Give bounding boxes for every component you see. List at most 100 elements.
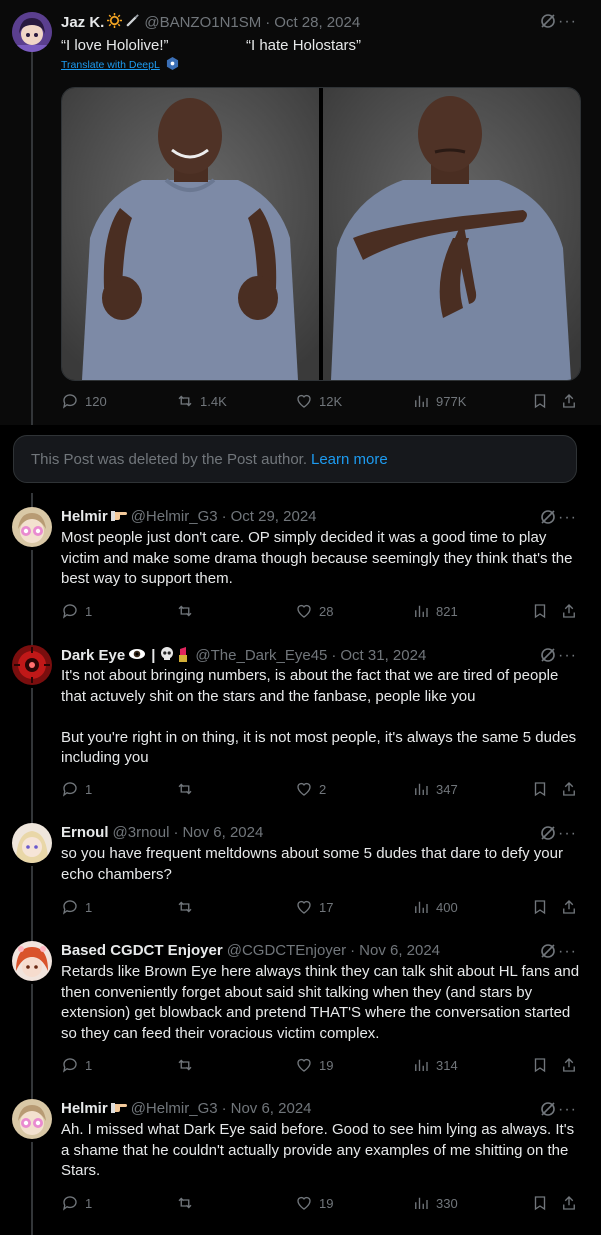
reply-button[interactable]: 1 [61,602,92,620]
views-button[interactable]: 347 [412,780,458,798]
like-button[interactable]: 12K [295,392,342,410]
avatar[interactable] [12,12,52,52]
author-handle[interactable]: @CGDCTEnjoyer [227,942,346,959]
repost-button[interactable] [176,780,200,798]
translate-link[interactable]: Translate with DeepL [61,57,179,73]
reply-button[interactable]: 1 [61,1056,92,1074]
avatar[interactable] [12,941,52,981]
bookmark-button[interactable] [531,392,555,410]
bookmark-button[interactable] [531,1056,555,1074]
avatar[interactable] [12,823,52,863]
grok-icon[interactable] [539,508,557,526]
like-button[interactable]: 2 [295,780,326,798]
share-button[interactable] [560,898,584,916]
thread-line [31,866,33,941]
share-button[interactable] [560,1056,584,1074]
more-options-icon[interactable]: ··· [558,1102,577,1118]
post-header: Helmir @Helmir_G3 · Nov 6, 2024 [61,1100,541,1117]
views-button[interactable]: 314 [412,1056,458,1074]
bookmark-button[interactable] [531,898,555,916]
like-count: 19 [319,1057,334,1073]
reply-button[interactable]: 120 [61,392,107,410]
learn-more-link[interactable]: Learn more [311,451,388,468]
dot-separator: · [350,942,356,959]
author-handle[interactable]: @BANZO1N1SM [144,14,261,31]
views-button[interactable]: 400 [412,898,458,916]
views-button[interactable]: 977K [412,392,466,410]
pointing-hand-icon [110,1100,127,1117]
author-name[interactable]: Helmir [61,508,108,525]
repost-button[interactable] [176,898,200,916]
share-button[interactable] [560,780,584,798]
author-name[interactable]: Helmir [61,1100,108,1117]
bookmark-button[interactable] [531,780,555,798]
views-icon [415,605,428,617]
views-button[interactable]: 821 [412,602,458,620]
bookmark-button[interactable] [531,602,555,620]
media-grid[interactable] [61,87,581,381]
translate-label[interactable]: Translate with DeepL [61,59,160,71]
sun-icon [107,13,123,31]
author-handle[interactable]: @3rnoul [113,824,170,841]
views-count: 977K [436,393,467,409]
reply-icon [62,782,77,797]
like-button[interactable]: 17 [295,898,333,916]
reply-button[interactable]: 1 [61,1194,92,1212]
grok-icon[interactable] [539,646,557,664]
post-date[interactable]: Nov 6, 2024 [359,942,440,959]
repost-count: 1.4K [200,393,227,409]
post-actions: 1 19 314 [61,1056,581,1076]
eye-icon [128,647,146,664]
author-name[interactable]: Dark Eye [61,647,125,664]
author-handle[interactable]: @The_Dark_Eye45 [195,647,327,664]
avatar[interactable] [12,507,52,547]
avatar[interactable] [12,1099,52,1139]
more-options-icon[interactable]: ··· [558,944,577,960]
deepl-icon [166,57,179,73]
more-options-icon[interactable]: ··· [558,648,577,664]
more-options-icon[interactable]: ··· [558,14,577,30]
share-button[interactable] [560,602,584,620]
post-date[interactable]: Oct 31, 2024 [340,647,426,664]
grok-icon[interactable] [539,824,557,842]
repost-button[interactable]: 1.4K [176,392,227,410]
main-post[interactable]: Jaz K. @BANZO1N1SM · Oct 28, 2024 ··· “I… [0,0,601,425]
like-count: 2 [319,781,327,797]
like-button[interactable]: 19 [295,1056,333,1074]
share-icon [563,394,575,408]
more-options-icon[interactable]: ··· [558,826,577,842]
photo-right[interactable] [323,88,580,380]
author-handle[interactable]: @Helmir_G3 [131,508,218,525]
share-icon [563,1196,575,1210]
more-options-icon[interactable]: ··· [558,510,577,526]
views-icon [415,1197,428,1209]
views-button[interactable]: 330 [412,1194,458,1212]
views-icon [415,901,428,913]
avatar[interactable] [12,645,52,685]
grok-icon[interactable] [539,12,557,30]
post-date[interactable]: Nov 6, 2024 [231,1100,312,1117]
reply-button[interactable]: 1 [61,780,92,798]
grok-icon[interactable] [539,942,557,960]
photo-left[interactable] [62,88,319,380]
post-date[interactable]: Oct 28, 2024 [274,14,360,31]
like-button[interactable]: 19 [295,1194,333,1212]
bookmark-icon [534,1058,546,1073]
author-handle[interactable]: @Helmir_G3 [131,1100,218,1117]
like-button[interactable]: 28 [295,602,333,620]
author-name[interactable]: Jaz K. [61,14,104,31]
post-date[interactable]: Oct 29, 2024 [231,508,317,525]
bookmark-button[interactable] [531,1194,555,1212]
share-button[interactable] [560,392,584,410]
author-name[interactable]: Ernoul [61,824,109,841]
repost-button[interactable] [176,602,200,620]
post-actions: 1 28 821 [61,602,581,622]
repost-button[interactable] [176,1056,200,1074]
reply-button[interactable]: 1 [61,898,92,916]
author-name[interactable]: Based CGDCT Enjoyer [61,942,223,959]
post-date[interactable]: Nov 6, 2024 [182,824,263,841]
repost-button[interactable] [176,1194,200,1212]
share-button[interactable] [560,1194,584,1212]
share-icon [563,1058,575,1072]
grok-icon[interactable] [539,1100,557,1118]
